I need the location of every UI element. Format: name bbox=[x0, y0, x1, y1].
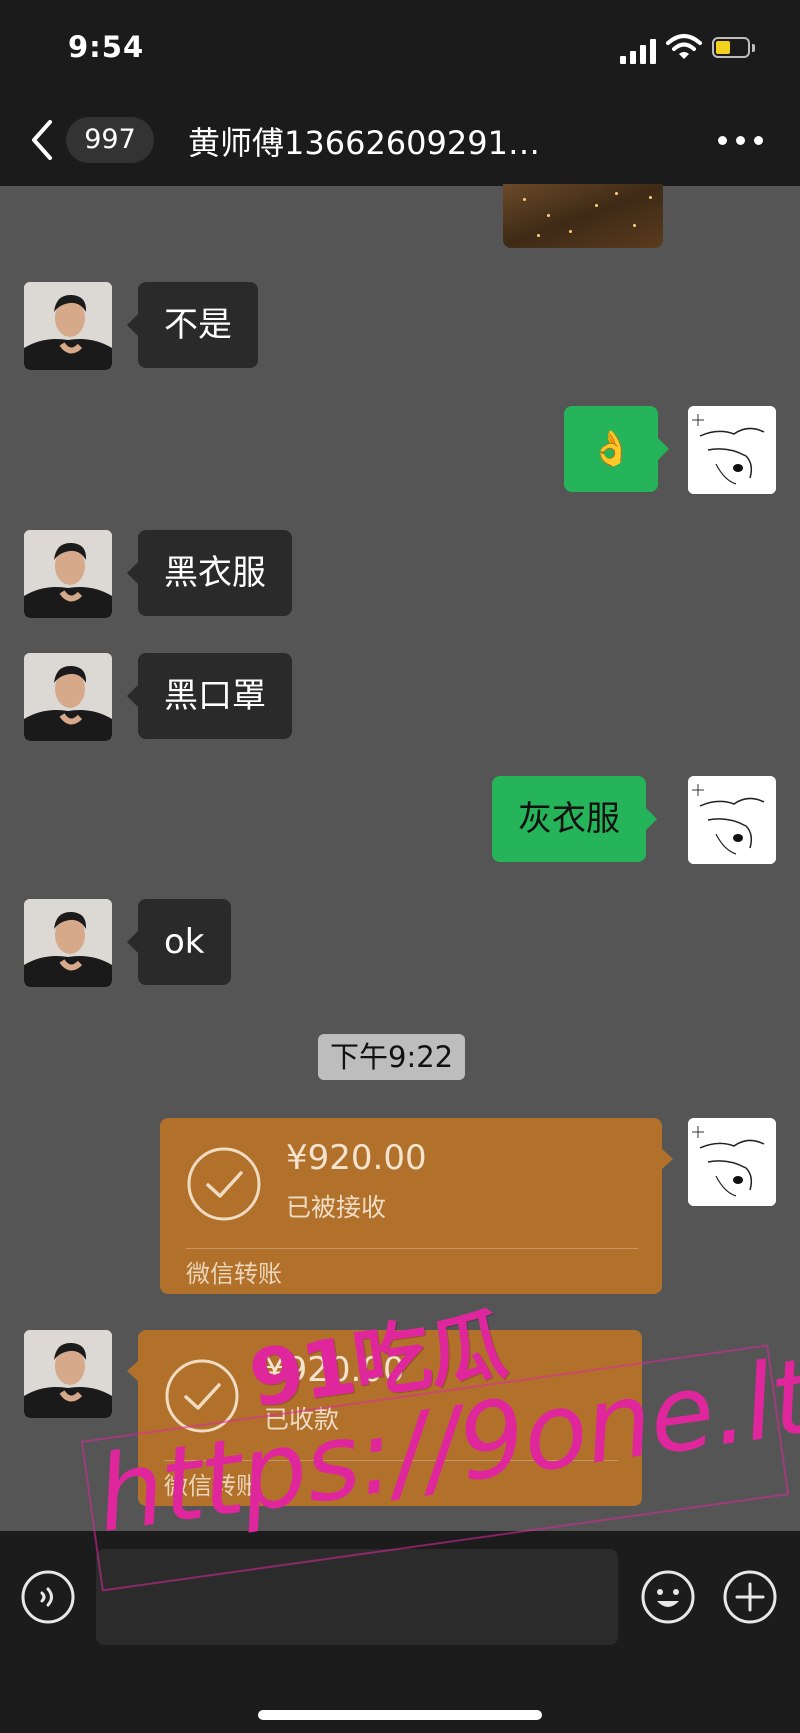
back-chevron-icon[interactable] bbox=[28, 118, 58, 162]
check-circle-icon bbox=[165, 1359, 239, 1433]
contact-avatar[interactable] bbox=[24, 653, 112, 741]
transfer-label: 微信转账 bbox=[164, 1472, 260, 1500]
transfer-amount: ¥920.00 bbox=[264, 1350, 405, 1390]
incoming-message[interactable]: 不是 bbox=[127, 282, 258, 368]
voice-icon[interactable] bbox=[20, 1569, 76, 1625]
contact-avatar[interactable] bbox=[24, 282, 112, 370]
my-avatar[interactable] bbox=[688, 776, 776, 864]
contact-avatar[interactable] bbox=[24, 1330, 112, 1418]
outgoing-message[interactable]: 👌 bbox=[564, 406, 670, 492]
input-bar bbox=[0, 1531, 800, 1733]
top-bar: 9:54 997 黄师傅13662609291… bbox=[0, 0, 800, 186]
chat-title: 黄师傅13662609291… bbox=[188, 124, 540, 162]
contact-avatar[interactable] bbox=[24, 899, 112, 987]
incoming-message[interactable]: 黑口罩 bbox=[127, 653, 292, 739]
image-message-preview[interactable] bbox=[503, 184, 663, 248]
divider bbox=[164, 1460, 618, 1461]
unread-count-badge[interactable]: 997 bbox=[66, 117, 154, 163]
plus-icon[interactable] bbox=[722, 1569, 778, 1625]
transfer-card[interactable]: ¥920.00 已收款 微信转账 bbox=[127, 1330, 642, 1506]
transfer-amount: ¥920.00 bbox=[286, 1138, 427, 1178]
status-time: 9:54 bbox=[68, 30, 145, 64]
message-input[interactable] bbox=[96, 1549, 618, 1645]
message-timestamp: 下午9:22 bbox=[318, 1034, 466, 1080]
transfer-status: 已收款 bbox=[264, 1405, 340, 1434]
incoming-message[interactable]: 黑衣服 bbox=[127, 530, 292, 616]
my-avatar[interactable] bbox=[688, 1118, 776, 1206]
signal-icon bbox=[620, 38, 656, 64]
more-icon[interactable] bbox=[718, 130, 764, 150]
incoming-message[interactable]: ok bbox=[127, 899, 231, 985]
battery-icon bbox=[712, 37, 756, 60]
home-indicator bbox=[258, 1710, 542, 1720]
wifi-icon bbox=[666, 34, 702, 59]
transfer-status: 已被接收 bbox=[286, 1193, 387, 1222]
contact-avatar[interactable] bbox=[24, 530, 112, 618]
outgoing-message[interactable]: 灰衣服 bbox=[492, 776, 657, 862]
my-avatar[interactable] bbox=[688, 406, 776, 494]
message-list[interactable]: 不是 👌 黑衣服 黑口罩 灰衣服 ok 下午9:22 ¥920.00 已被接收 … bbox=[0, 184, 800, 1531]
transfer-card[interactable]: ¥920.00 已被接收 微信转账 bbox=[160, 1118, 673, 1294]
check-circle-icon bbox=[187, 1147, 261, 1221]
emoji-icon[interactable] bbox=[640, 1569, 696, 1625]
divider bbox=[186, 1248, 638, 1249]
transfer-label: 微信转账 bbox=[186, 1260, 282, 1288]
